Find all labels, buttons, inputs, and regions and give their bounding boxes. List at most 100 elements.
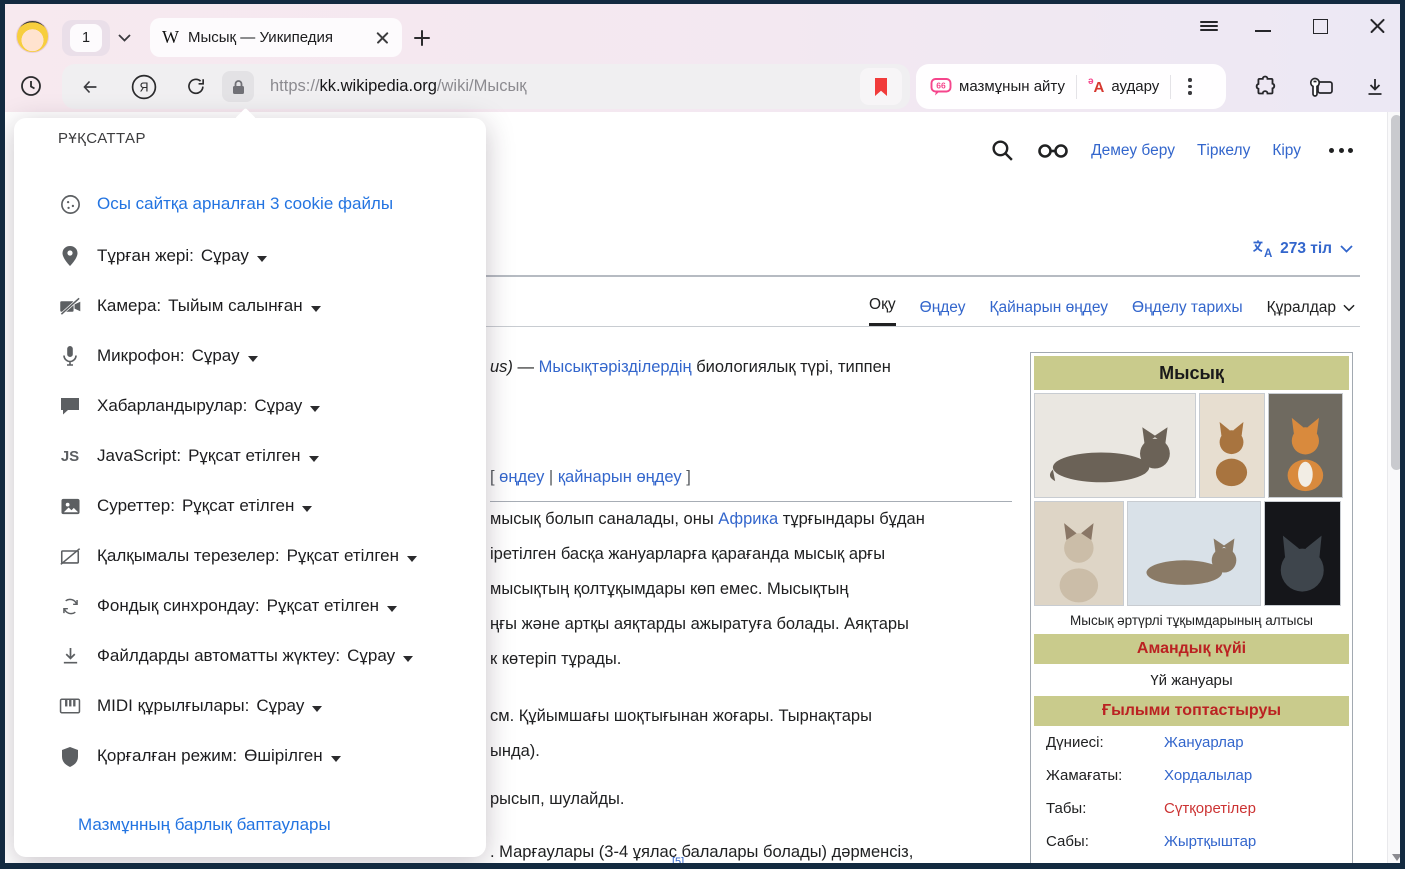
tab-read[interactable]: Оқу bbox=[869, 296, 896, 326]
chevron-down-icon[interactable] bbox=[118, 34, 131, 42]
downloads-button[interactable] bbox=[1360, 72, 1390, 102]
dropdown-caret-icon bbox=[310, 406, 320, 412]
passwords-button[interactable] bbox=[1306, 72, 1336, 102]
window-maximize-button[interactable] bbox=[1305, 12, 1335, 40]
site-permissions-button[interactable] bbox=[222, 71, 254, 102]
refresh-icon bbox=[185, 76, 207, 98]
appearance-glasses-icon[interactable] bbox=[1037, 143, 1069, 159]
hamburger-icon bbox=[1200, 19, 1218, 34]
browser-tab[interactable]: W Мысық — Уикипедия bbox=[150, 18, 402, 57]
infobox-caption: Мысық әртүрлі тұқымдарының алтысы bbox=[1034, 606, 1349, 634]
login-link[interactable]: Кіру bbox=[1272, 142, 1301, 160]
address-bar[interactable]: Я https://kk.wikipedia.org/wiki/Мысық bbox=[62, 64, 910, 109]
permission-item-javascript[interactable]: JS JavaScript:Рұқсат етілген bbox=[58, 442, 319, 470]
article-intro-line: us) — Мысықтәрізділердің биологиялық түр… bbox=[490, 358, 891, 377]
all-content-settings-link[interactable]: Мазмұнның барлық баптаулары bbox=[78, 815, 331, 835]
language-selector[interactable]: A 273 тіл bbox=[1251, 239, 1353, 259]
permission-item-images[interactable]: Суреттер:Рұқсат етілген bbox=[58, 492, 312, 520]
language-count: 273 тіл bbox=[1280, 240, 1332, 258]
profile-avatar[interactable] bbox=[16, 20, 49, 53]
panel-title: РҰҚСАТТАР bbox=[58, 130, 146, 147]
permission-item-popups[interactable]: Қалқымалы терезелер:Рұқсат етілген bbox=[58, 542, 417, 570]
section-edit-links: [ өңдеу | қайнарын өңдеу ] bbox=[490, 468, 691, 487]
search-icon[interactable] bbox=[990, 138, 1015, 163]
felidae-link[interactable]: Мысықтәрізділердің bbox=[539, 358, 692, 376]
dropdown-caret-icon bbox=[312, 706, 322, 712]
read-aloud-icon: 66 bbox=[930, 77, 952, 97]
window-minimize-button[interactable] bbox=[1248, 12, 1278, 40]
download-icon bbox=[1363, 75, 1387, 99]
cat-photo-gray[interactable] bbox=[1264, 501, 1341, 606]
paragraph-line: ында). bbox=[490, 742, 540, 761]
cat-photo-tabby-snow[interactable] bbox=[1127, 501, 1261, 606]
tab-edit[interactable]: Өңдеу bbox=[920, 299, 966, 326]
permission-item-camera[interactable]: Камера:Тыйым салынған bbox=[58, 292, 321, 320]
cat-photo-abyssinian[interactable] bbox=[1199, 393, 1265, 498]
paragraph-line: іретілген басқа жануарларға қарағанда мы… bbox=[490, 545, 885, 564]
svg-text:66: 66 bbox=[936, 80, 946, 90]
edit-link[interactable]: өңдеу bbox=[499, 468, 544, 486]
cat-photo-siamese[interactable] bbox=[1034, 501, 1124, 606]
permission-item-notifications[interactable]: Хабарландырулар:Сұрау bbox=[58, 392, 320, 420]
plus-icon bbox=[414, 30, 430, 46]
key-card-icon bbox=[1307, 74, 1335, 100]
url-scheme: https:// bbox=[270, 77, 320, 95]
permission-item-microphone[interactable]: Микрофон:Сұрау bbox=[58, 342, 258, 370]
notification-bubble-icon bbox=[59, 396, 81, 416]
bookmark-button[interactable] bbox=[860, 68, 902, 105]
more-actions-button[interactable] bbox=[1188, 78, 1191, 94]
permission-item-location[interactable]: Тұрған жері:Сұрау bbox=[58, 242, 267, 270]
back-arrow-icon bbox=[79, 76, 101, 98]
tab-close-icon[interactable] bbox=[376, 31, 390, 45]
cat-photo-grid bbox=[1034, 393, 1349, 606]
new-tab-button[interactable] bbox=[408, 24, 436, 52]
permission-item-midi[interactable]: MIDI құрылғылары:Сұрау bbox=[58, 692, 322, 720]
page-actions-pill: 66 мазмұнын айту әA аудару bbox=[916, 64, 1226, 109]
permission-item-background-sync[interactable]: Фондық синхрондау:Рұқсат етілген bbox=[58, 592, 397, 620]
cat-photo-tabby-lying[interactable] bbox=[1034, 393, 1196, 498]
divider bbox=[1076, 75, 1077, 99]
javascript-icon: JS bbox=[61, 448, 79, 465]
tab-edit-source[interactable]: Қайнарын өңдеу bbox=[990, 299, 1109, 326]
tab-group-button[interactable]: 1 bbox=[62, 20, 110, 56]
language-icon: A bbox=[1251, 239, 1272, 259]
chevron-down-icon bbox=[1340, 245, 1353, 253]
cookies-link[interactable]: Осы сайтқа арналған 3 cookie файлы bbox=[97, 194, 393, 214]
tab-tools[interactable]: Құралдар bbox=[1267, 299, 1355, 326]
read-aloud-button[interactable]: 66 мазмұнын айту bbox=[930, 77, 1065, 97]
permission-item-protected-mode[interactable]: Қорғалған режим:Өшірілген bbox=[58, 742, 341, 770]
edit-source-link[interactable]: қайнарын өңдеу bbox=[558, 468, 682, 486]
dropdown-caret-icon bbox=[387, 606, 397, 612]
paragraph-line: см. Құйымшағы шоқтығынан жоғары. Тырнақт… bbox=[490, 707, 872, 726]
window-close-button[interactable] bbox=[1362, 12, 1392, 40]
puzzle-icon bbox=[1253, 74, 1279, 100]
more-options-icon[interactable] bbox=[1329, 148, 1353, 153]
status-value: Үй жануары bbox=[1034, 664, 1349, 696]
sync-icon bbox=[60, 596, 81, 617]
dropdown-caret-icon bbox=[407, 556, 417, 562]
order-link[interactable]: Жыртқыштар bbox=[1164, 833, 1256, 850]
tab-history[interactable]: Өңделу тарихы bbox=[1132, 299, 1243, 326]
back-button[interactable] bbox=[70, 69, 110, 105]
window-menu-button[interactable] bbox=[1194, 12, 1224, 40]
donate-link[interactable]: Демеу беру bbox=[1091, 142, 1175, 160]
svg-text:A: A bbox=[1264, 248, 1272, 259]
register-link[interactable]: Тіркелу bbox=[1197, 142, 1250, 160]
reload-button[interactable] bbox=[176, 69, 216, 105]
africa-link[interactable]: Африка bbox=[718, 510, 778, 528]
cat-photo-orange-white[interactable] bbox=[1268, 393, 1343, 498]
yandex-services-button[interactable]: Я bbox=[124, 69, 164, 105]
translate-button[interactable]: әA аудару bbox=[1088, 78, 1159, 96]
extensions-button[interactable] bbox=[1251, 72, 1281, 102]
wiki-header: Демеу беру Тіркелу Кіру bbox=[990, 138, 1353, 163]
permission-item-auto-download[interactable]: Файлдарды автоматты жүктеу:Сұрау bbox=[58, 642, 413, 670]
class-link[interactable]: Сүтқоретілер bbox=[1164, 800, 1256, 817]
kingdom-link[interactable]: Жануарлар bbox=[1164, 734, 1244, 751]
window-border bbox=[0, 0, 5, 869]
paragraph-line: мысық болып саналады, оны Африка тұрғынд… bbox=[490, 510, 925, 529]
url-text[interactable]: https://kk.wikipedia.org/wiki/Мысық bbox=[270, 77, 527, 96]
phylum-link[interactable]: Хордалылар bbox=[1164, 767, 1252, 784]
taxonomy-row: Дүниесі: Жануарлар bbox=[1034, 726, 1349, 759]
section-divider bbox=[490, 501, 1012, 502]
history-button[interactable] bbox=[13, 68, 49, 104]
